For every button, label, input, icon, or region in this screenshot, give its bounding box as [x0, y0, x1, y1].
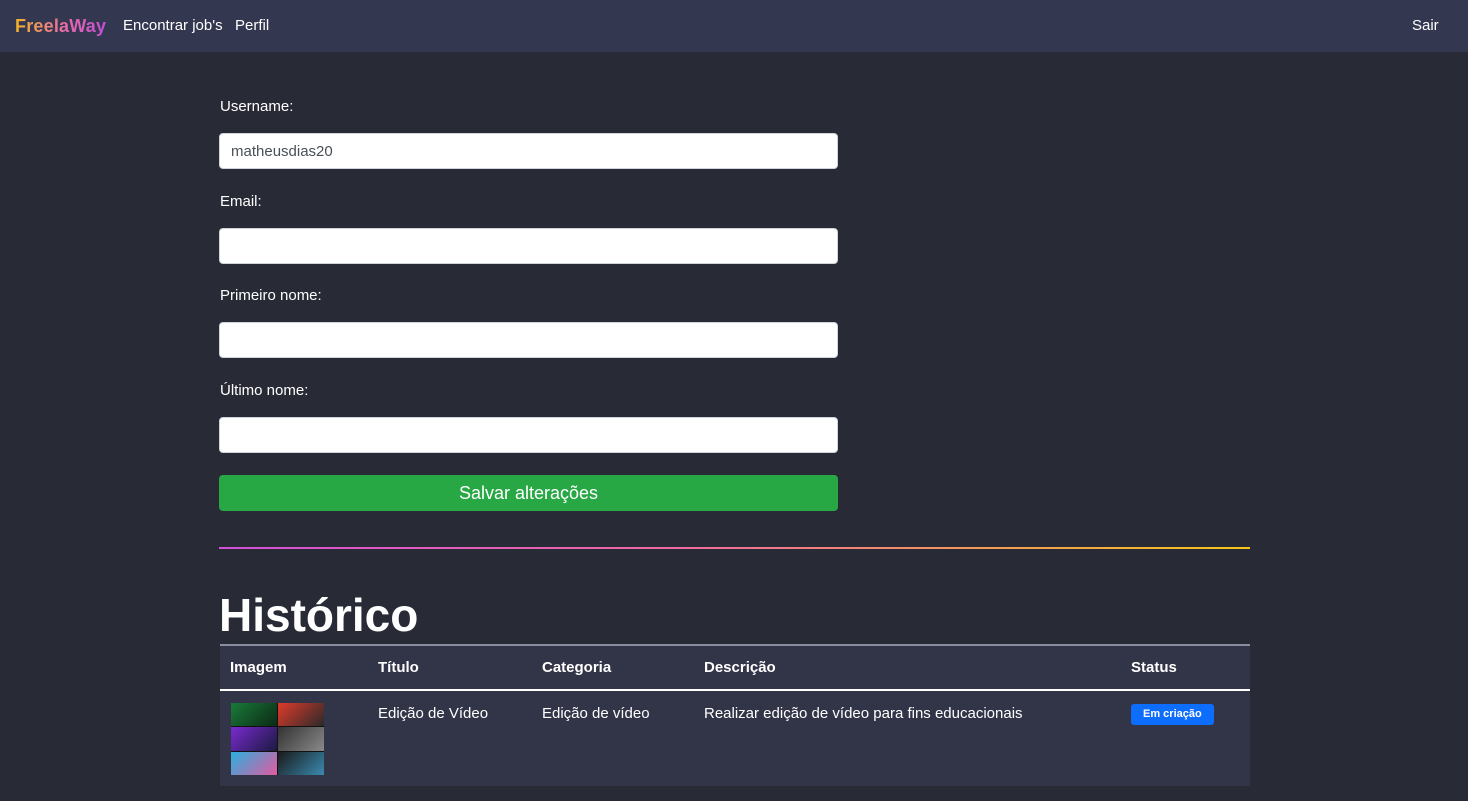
column-header-status: Status — [1131, 659, 1177, 676]
email-field[interactable] — [219, 228, 838, 264]
history-title: Histórico — [219, 589, 419, 641]
nav-find-jobs-link[interactable]: Encontrar job's — [123, 16, 223, 36]
column-header-description: Descrição — [704, 659, 776, 676]
column-header-title: Título — [378, 659, 419, 676]
first-name-label: Primeiro nome: — [220, 287, 322, 304]
first-name-field[interactable] — [219, 322, 838, 358]
job-thumbnail-image — [231, 703, 324, 775]
username-field[interactable] — [219, 133, 838, 169]
last-name-label: Último nome: — [220, 382, 309, 399]
status-badge: Em criação — [1131, 704, 1214, 725]
top-navbar: FreelaWay Encontrar job's Perfil Sair — [0, 0, 1468, 52]
nav-profile-link[interactable]: Perfil — [235, 16, 269, 36]
row-title: Edição de Vídeo — [378, 705, 489, 722]
history-table: Imagem Título Categoria Descrição Status… — [220, 644, 1250, 786]
last-name-field[interactable] — [219, 417, 838, 453]
section-divider — [219, 547, 1250, 549]
column-header-category: Categoria — [542, 659, 612, 676]
email-label: Email: — [220, 193, 262, 210]
brand-logo[interactable]: FreelaWay — [15, 15, 106, 37]
table-header: Imagem Título Categoria Descrição Status — [220, 644, 1250, 691]
column-header-image: Imagem — [230, 659, 287, 676]
table-row[interactable]: Edição de Vídeo Edição de vídeo Realizar… — [220, 691, 1250, 786]
logout-link[interactable]: Sair — [1412, 16, 1439, 36]
row-description: Realizar edição de vídeo para fins educa… — [704, 705, 1023, 722]
save-changes-button[interactable]: Salvar alterações — [219, 475, 838, 511]
username-label: Username: — [220, 98, 294, 115]
row-category: Edição de vídeo — [542, 705, 650, 722]
